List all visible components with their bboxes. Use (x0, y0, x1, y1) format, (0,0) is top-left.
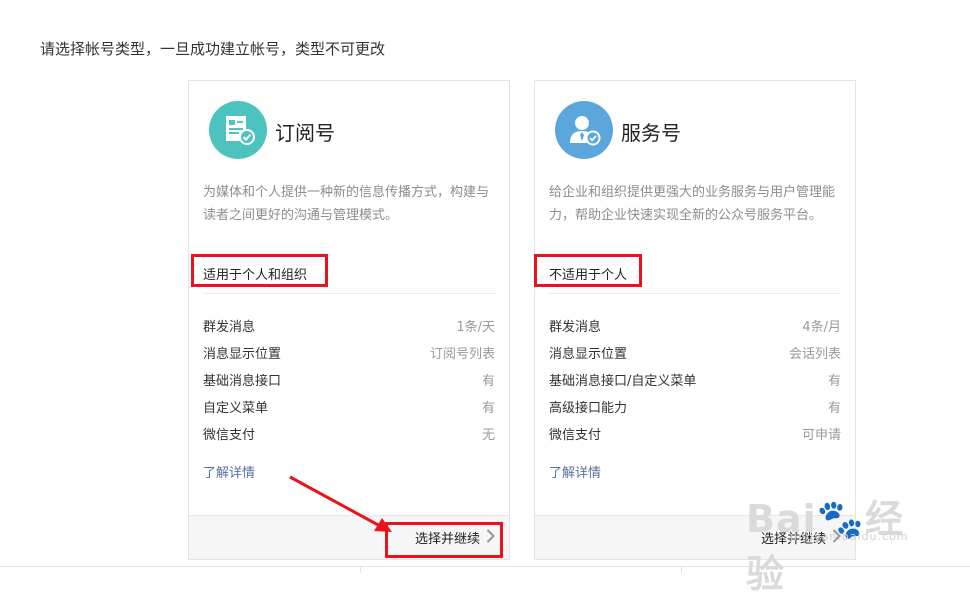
card-description: 给企业和组织提供更强大的业务服务与用户管理能力，帮助企业快速实现全新的公众号服务… (549, 185, 836, 223)
suitability-label: 不适用于个人 (549, 268, 628, 283)
feature-row: 消息显示位置 会话列表 (549, 339, 841, 366)
feature-name: 群发消息 (549, 320, 602, 335)
subscription-account-card[interactable]: 订阅号 为媒体和个人提供一种新的信息传播方式，构建与读者之间更好的沟通与管理模式… (188, 80, 510, 560)
suitability-label: 适用于个人和组织 (203, 268, 308, 283)
page-bottom-tab (360, 566, 682, 573)
divider (203, 293, 495, 294)
card-footer: 选择并继续 (535, 515, 855, 559)
page-heading: 请选择帐号类型，一旦成功建立帐号，类型不可更改 (40, 40, 386, 58)
feature-value: 1条/天 (456, 320, 495, 335)
feature-value: 订阅号列表 (429, 347, 495, 362)
feature-row: 微信支付 可申请 (549, 420, 841, 447)
feature-row: 基础消息接口 有 (203, 366, 495, 393)
learn-more-link[interactable]: 了解详情 (203, 462, 255, 481)
feature-name: 消息显示位置 (203, 347, 282, 362)
subscription-document-icon (209, 101, 267, 159)
feature-row: 自定义菜单 有 (203, 393, 495, 420)
feature-row: 微信支付 无 (203, 420, 495, 447)
feature-name: 基础消息接口/自定义菜单 (549, 374, 697, 389)
feature-list: 群发消息 1条/天 消息显示位置 订阅号列表 基础消息接口 有 自定义菜单 有 … (203, 312, 495, 447)
select-continue-button[interactable]: 选择并继续 (760, 528, 842, 547)
continue-label: 选择并继续 (414, 532, 480, 547)
learn-more-link[interactable]: 了解详情 (549, 462, 601, 481)
feature-list: 群发消息 4条/月 消息显示位置 会话列表 基础消息接口/自定义菜单 有 高级接… (549, 312, 841, 447)
feature-row: 基础消息接口/自定义菜单 有 (549, 366, 841, 393)
select-continue-button[interactable]: 选择并继续 (414, 528, 496, 547)
feature-row: 群发消息 1条/天 (203, 312, 495, 339)
feature-value: 会话列表 (788, 347, 841, 362)
card-title: 订阅号 (275, 121, 335, 145)
card-footer: 选择并继续 (189, 515, 509, 559)
divider (549, 293, 841, 294)
feature-value: 有 (827, 401, 841, 416)
feature-value: 有 (481, 401, 495, 416)
chevron-right-icon (832, 528, 842, 547)
feature-name: 群发消息 (203, 320, 256, 335)
feature-name: 微信支付 (203, 428, 256, 443)
feature-value: 有 (481, 374, 495, 389)
feature-row: 高级接口能力 有 (549, 393, 841, 420)
service-account-card[interactable]: 服务号 给企业和组织提供更强大的业务服务与用户管理能力，帮助企业快速实现全新的公… (534, 80, 856, 560)
feature-value: 可申请 (801, 428, 841, 443)
chevron-right-icon (486, 528, 496, 547)
feature-value: 无 (481, 428, 495, 443)
service-person-icon (555, 101, 613, 159)
feature-name: 微信支付 (549, 428, 602, 443)
feature-row: 消息显示位置 订阅号列表 (203, 339, 495, 366)
feature-name: 消息显示位置 (549, 347, 628, 362)
feature-row: 群发消息 4条/月 (549, 312, 841, 339)
feature-name: 高级接口能力 (549, 401, 628, 416)
card-description: 为媒体和个人提供一种新的信息传播方式，构建与读者之间更好的沟通与管理模式。 (203, 185, 490, 223)
feature-value: 4条/月 (802, 320, 841, 335)
feature-value: 有 (827, 374, 841, 389)
continue-label: 选择并继续 (760, 532, 826, 547)
feature-name: 自定义菜单 (203, 401, 269, 416)
card-title: 服务号 (621, 121, 681, 145)
feature-name: 基础消息接口 (203, 374, 282, 389)
